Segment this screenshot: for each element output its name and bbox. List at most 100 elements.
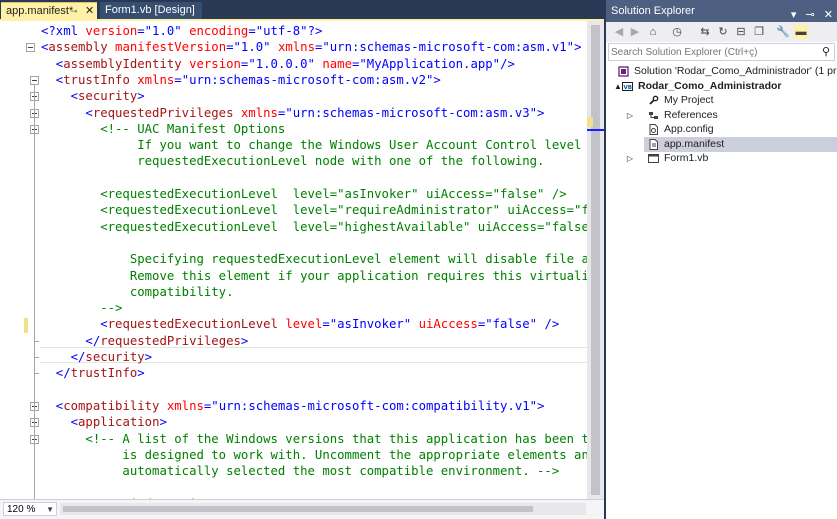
- code-line[interactable]: <requestedExecutionLevel level="requireA…: [41, 202, 587, 218]
- tree-item[interactable]: ▲ VB Rodar_Como_Administrador: [614, 79, 837, 94]
- code-line[interactable]: compatibility.: [41, 284, 234, 300]
- code-line[interactable]: <requestedExecutionLevel level="asInvoke…: [41, 316, 559, 332]
- outline-guide-line: [34, 83, 35, 499]
- code-token: trustInfo: [70, 366, 138, 381]
- code-line[interactable]: <application>: [41, 414, 167, 430]
- code-line[interactable]: is designed to work with. Uncomment the …: [41, 447, 587, 463]
- panel-title: Solution Explorer: [611, 5, 695, 17]
- horizontal-scroll-thumb[interactable]: [63, 506, 533, 512]
- tab-app-manifest[interactable]: app.manifest* ⊸ ✕: [1, 2, 97, 19]
- outline-end-mark: [34, 340, 39, 342]
- code-token: version: [181, 56, 241, 71]
- code-line[interactable]: Remove this element if your application …: [41, 268, 587, 284]
- tab-form1-design[interactable]: Form1.vb [Design]: [100, 2, 202, 19]
- code-line[interactable]: <trustInfo xmlns="urn:schemas-microsoft-…: [41, 72, 441, 88]
- code-token: <?xml: [41, 24, 86, 38]
- code-token: xmlns: [270, 40, 315, 55]
- code-token: >: [240, 333, 249, 348]
- code-line[interactable]: </security>: [41, 349, 152, 365]
- show-all-files-icon[interactable]: ❐: [752, 25, 766, 39]
- tree-item[interactable]: ▷ Form1.vb: [627, 151, 837, 166]
- code-line[interactable]: <compatibility xmlns="urn:schemas-micros…: [41, 398, 545, 414]
- code-token: </: [41, 333, 101, 348]
- horizontal-scrollbar[interactable]: [60, 503, 586, 515]
- code-token: compatibility: [63, 398, 160, 413]
- code-token: If you want to change the Windows User A…: [41, 138, 587, 153]
- code-line[interactable]: automatically selected the most compatib…: [41, 463, 559, 479]
- code-token: >: [537, 105, 545, 120]
- form-icon: [648, 154, 659, 163]
- code-token: "urn:schemas-microsoft-com:asm.v3": [285, 105, 538, 120]
- code-token: xmlns: [159, 398, 204, 413]
- code-text-area[interactable]: <?xml version="1.0" encoding="utf-8"?> <a…: [41, 21, 587, 499]
- history-icon[interactable]: ◷: [670, 25, 684, 39]
- code-token: encoding: [181, 24, 249, 38]
- tree-item[interactable]: Solution 'Rodar_Como_Administrador' (1 p…: [614, 64, 837, 79]
- code-token: application: [78, 415, 160, 430]
- code-token: >: [574, 40, 582, 55]
- code-line[interactable]: <requestedExecutionLevel level="asInvoke…: [41, 186, 567, 202]
- tab-label: Form1.vb [Design]: [105, 4, 195, 16]
- code-token: "1.0": [233, 40, 271, 55]
- zoom-dropdown[interactable]: 120 % ▼: [3, 502, 57, 516]
- collapsed-arrow-icon[interactable]: ▷: [626, 108, 634, 123]
- collapse-icon[interactable]: [26, 43, 35, 53]
- code-editor[interactable]: <?xml version="1.0" encoding="utf-8"?> <a…: [0, 21, 604, 499]
- solution-explorer-title-bar: Solution Explorer ▾ ⊸ ✕: [606, 0, 837, 22]
- code-line[interactable]: </trustInfo>: [41, 365, 145, 381]
- tree-item[interactable]: My Project: [644, 93, 837, 108]
- code-line[interactable]: <requestedExecutionLevel level="highestA…: [41, 219, 587, 235]
- home-icon[interactable]: ⌂: [646, 25, 660, 39]
- code-token: </: [41, 350, 86, 364]
- code-token: Remove this element if your application …: [41, 268, 587, 283]
- code-line[interactable]: <?xml version="1.0" encoding="utf-8"?>: [41, 23, 322, 39]
- tree-item[interactable]: App.config: [644, 122, 837, 137]
- solution-explorer-search[interactable]: ⚲: [608, 43, 835, 61]
- code-line[interactable]: </requestedPrivileges>: [41, 333, 248, 349]
- collapse-all-icon[interactable]: ⊟: [734, 25, 748, 39]
- code-token: automatically selected the most compatib…: [41, 464, 560, 479]
- code-line[interactable]: -->: [41, 300, 122, 316]
- code-token: <requestedExecutionLevel level="requireA…: [41, 203, 587, 218]
- code-line[interactable]: <security>: [41, 88, 145, 104]
- tree-item-label: Form1.vb: [664, 152, 709, 164]
- config-file-icon: [649, 124, 658, 135]
- tree-item[interactable]: app.manifest: [644, 136, 837, 152]
- code-line[interactable]: <assemblyIdentity version="1.0.0.0" name…: [41, 56, 515, 72]
- forward-icon[interactable]: ▶: [628, 25, 642, 39]
- expanded-arrow-icon[interactable]: ▲: [614, 79, 622, 94]
- code-line[interactable]: Specifying requestedExecutionLevel eleme…: [41, 251, 587, 267]
- back-icon[interactable]: ◀: [612, 25, 626, 39]
- code-line[interactable]: <assembly manifestVersion="1.0" xmlns="u…: [41, 39, 582, 55]
- collapsed-arrow-icon[interactable]: ▷: [626, 151, 634, 166]
- code-token: trustInfo: [63, 72, 130, 87]
- code-token: security: [78, 89, 138, 104]
- preview-icon[interactable]: ▬: [794, 25, 808, 39]
- chevron-down-icon: ▼: [46, 505, 54, 514]
- code-token: -->: [41, 301, 123, 316]
- vertical-scrollbar[interactable]: [587, 21, 604, 499]
- refresh-icon[interactable]: ↻: [716, 25, 730, 39]
- properties-icon[interactable]: 🔧: [776, 25, 790, 39]
- vertical-scroll-thumb[interactable]: [591, 25, 600, 495]
- solution-tree: Solution 'Rodar_Como_Administrador' (1 p…: [606, 63, 837, 519]
- code-token: <requestedExecutionLevel level="asInvoke…: [41, 187, 567, 201]
- code-line[interactable]: requestedExecutionLevel node with one of…: [41, 153, 544, 169]
- code-token: >: [144, 350, 153, 364]
- code-token: xmlns: [233, 105, 278, 120]
- code-line[interactable]: <!-- A list of the Windows versions that…: [41, 431, 587, 447]
- code-token: </: [41, 366, 71, 381]
- code-line[interactable]: <requestedPrivileges xmlns="urn:schemas-…: [41, 105, 544, 121]
- code-token: <!-- A list of the Windows versions that…: [41, 431, 587, 446]
- pin-icon[interactable]: ⊸: [70, 3, 78, 20]
- search-icon[interactable]: ⚲: [822, 45, 830, 58]
- sync-icon[interactable]: ⇆: [698, 25, 712, 39]
- code-token: "1.0.0.0": [248, 56, 315, 71]
- tree-item[interactable]: ▷ References: [627, 108, 837, 123]
- close-icon[interactable]: ✕: [85, 3, 94, 20]
- outline-end-mark: [34, 373, 39, 375]
- code-line[interactable]: If you want to change the Windows User A…: [41, 137, 587, 153]
- code-token: >: [137, 89, 145, 104]
- code-line[interactable]: <!-- UAC Manifest Options: [41, 121, 285, 137]
- search-input[interactable]: [611, 45, 811, 59]
